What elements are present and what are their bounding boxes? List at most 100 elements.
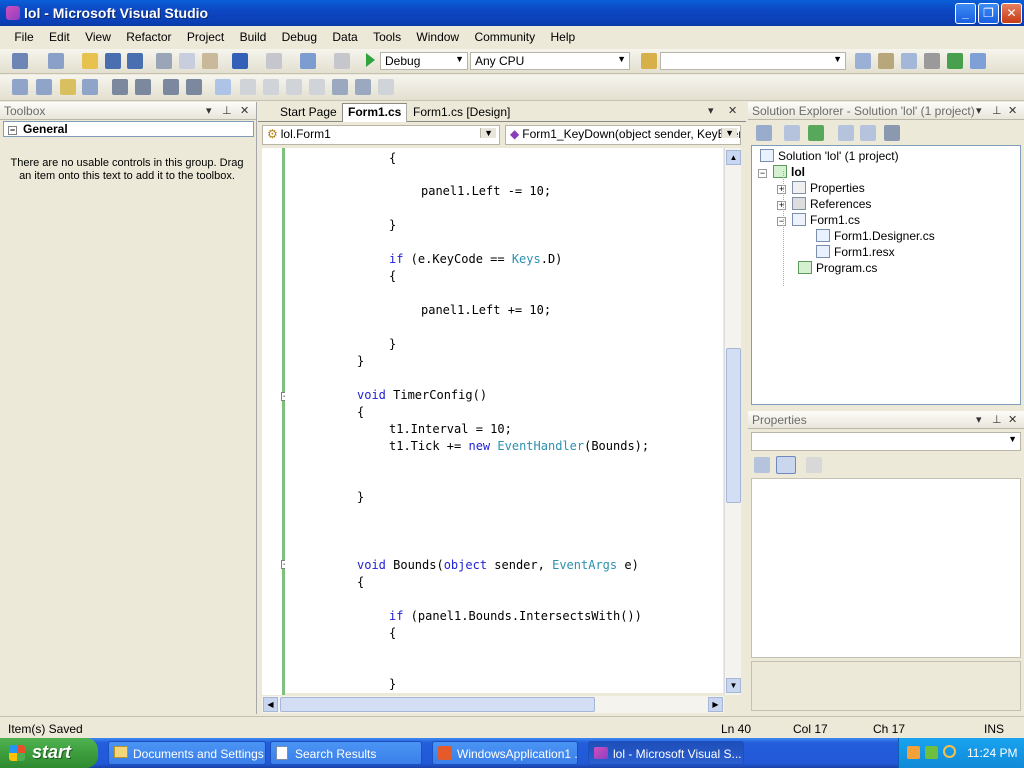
navigate-backward-icon[interactable] [300, 53, 316, 69]
display-quick-info-icon[interactable] [60, 79, 76, 95]
previous-bookmark-in-folder-icon[interactable] [286, 79, 302, 95]
code-line[interactable]: t1.Interval = 10; [389, 422, 512, 436]
expand-icon[interactable]: + [777, 201, 786, 210]
tab-form1-design[interactable]: Form1.cs [Design] [406, 104, 516, 122]
horizontal-scrollbar[interactable]: ◀ ▶ [262, 696, 724, 713]
display-parameter-info-icon[interactable] [36, 79, 52, 95]
expand-icon[interactable]: + [777, 185, 786, 194]
property-pages-icon[interactable] [806, 457, 822, 473]
code-line[interactable]: if (panel1.Bounds.IntersectsWith()) [389, 609, 642, 623]
menu-tools[interactable]: Tools [367, 26, 407, 48]
view-designer-icon[interactable] [860, 125, 876, 141]
close-panel-icon[interactable]: ✕ [240, 104, 249, 117]
previous-bookmark-in-document-icon[interactable] [332, 79, 348, 95]
open-folder-icon[interactable] [82, 53, 98, 69]
menu-data[interactable]: Data [326, 26, 363, 48]
tree-item-properties[interactable]: + Properties [777, 181, 865, 195]
complete-word-icon[interactable] [82, 79, 98, 95]
menu-refactor[interactable]: Refactor [120, 26, 177, 48]
show-all-files-icon[interactable] [784, 125, 800, 141]
solution-explorer-icon[interactable] [855, 53, 871, 69]
task-search-results[interactable]: Search Results [270, 741, 422, 765]
pin-icon[interactable]: ⊥ [222, 104, 232, 117]
pin-icon[interactable]: ⊥ [992, 413, 1002, 426]
view-code-icon[interactable] [838, 125, 854, 141]
member-navigation-combo[interactable]: ◆ Form1_KeyDown(object sender, KeyEver ▼ [505, 125, 741, 145]
menu-window[interactable]: Window [410, 26, 465, 48]
object-browser-icon[interactable] [901, 53, 917, 69]
paste-icon[interactable] [202, 53, 218, 69]
add-item-icon[interactable] [48, 53, 64, 69]
find-combo[interactable]: ▼ [660, 52, 846, 70]
view-class-diagram-icon[interactable] [884, 125, 900, 141]
dropdown-arrow-icon[interactable]: ▾ [206, 104, 212, 117]
menu-edit[interactable]: Edit [43, 26, 76, 48]
next-bookmark-icon[interactable] [263, 79, 279, 95]
task-windowsapplication1[interactable]: WindowsApplication1 ... [432, 741, 578, 765]
next-bookmark-in-folder-icon[interactable] [309, 79, 325, 95]
code-line[interactable]: void Bounds(object sender, EventArgs e) [357, 558, 639, 572]
minimize-button[interactable]: _ [955, 3, 976, 24]
command-window-icon[interactable] [970, 53, 986, 69]
solution-configuration-combo[interactable]: Debug ▼ [380, 52, 468, 70]
code-line[interactable]: panel1.Left += 10; [421, 303, 551, 317]
code-line[interactable]: if (e.KeyCode == Keys.D) [389, 252, 562, 266]
active-files-dropdown-icon[interactable]: ▾ [708, 104, 714, 117]
tree-item-solution[interactable]: Solution 'lol' (1 project) [760, 149, 899, 163]
scroll-right-icon[interactable]: ▶ [708, 697, 723, 712]
tab-form1-cs[interactable]: Form1.cs [342, 103, 408, 122]
code-line[interactable]: } [389, 677, 396, 691]
previous-bookmark-icon[interactable] [240, 79, 256, 95]
next-bookmark-in-document-icon[interactable] [355, 79, 371, 95]
code-line[interactable]: } [357, 490, 364, 504]
horizontal-scroll-thumb[interactable] [280, 697, 595, 712]
comment-lines-icon[interactable] [163, 79, 179, 95]
task-documents-and-settings[interactable]: Documents and Settings [108, 741, 266, 765]
undo-icon[interactable] [232, 53, 248, 69]
find-in-files-icon[interactable] [641, 53, 657, 69]
tree-item-project-lol[interactable]: − lol [758, 165, 805, 179]
display-object-member-list-icon[interactable] [12, 79, 28, 95]
refresh-icon[interactable] [808, 125, 824, 141]
start-button[interactable]: start [0, 738, 98, 768]
maximize-button[interactable]: ❐ [978, 3, 999, 24]
dropdown-arrow-icon[interactable]: ▾ [976, 413, 982, 426]
scroll-up-icon[interactable]: ▲ [726, 150, 741, 165]
toolbox-group-general[interactable]: − General [3, 121, 254, 137]
code-line[interactable]: { [389, 151, 396, 165]
categorized-icon[interactable] [754, 457, 770, 473]
pin-icon[interactable]: ⊥ [992, 104, 1002, 117]
collapse-icon[interactable]: − [8, 126, 17, 135]
menu-debug[interactable]: Debug [276, 26, 323, 48]
save-all-icon[interactable] [127, 53, 143, 69]
copy-icon[interactable] [179, 53, 195, 69]
menu-help[interactable]: Help [544, 26, 581, 48]
code-editor[interactable]: {panel1.Left -= 10;} if (e.KeyCode == Key… [285, 148, 723, 693]
solution-platform-combo[interactable]: Any CPU ▼ [470, 52, 630, 70]
code-line[interactable]: { [357, 405, 364, 419]
cut-icon[interactable] [156, 53, 172, 69]
save-icon[interactable] [105, 53, 121, 69]
properties-icon[interactable] [756, 125, 772, 141]
toggle-bookmark-icon[interactable] [215, 79, 231, 95]
code-line[interactable]: } [389, 218, 396, 232]
close-panel-icon[interactable]: ✕ [1008, 413, 1017, 426]
code-line[interactable]: void TimerConfig() [357, 388, 487, 402]
start-debugging-icon[interactable] [366, 53, 375, 67]
menu-community[interactable]: Community [468, 26, 541, 48]
close-button[interactable]: ✕ [1001, 3, 1022, 24]
tree-item-program[interactable]: Program.cs [798, 261, 877, 275]
scroll-down-icon[interactable]: ▼ [726, 678, 741, 693]
scroll-left-icon[interactable]: ◀ [263, 697, 278, 712]
tray-update-icon[interactable] [925, 746, 938, 759]
tray-search-icon[interactable] [943, 745, 956, 758]
menu-file[interactable]: File [8, 26, 39, 48]
collapse-icon[interactable]: − [758, 169, 767, 178]
menu-view[interactable]: View [79, 26, 117, 48]
tree-item-form1-resx[interactable]: Form1.resx [816, 245, 895, 259]
clear-bookmarks-icon[interactable] [378, 79, 394, 95]
code-line[interactable]: } [357, 354, 364, 368]
properties-window-icon[interactable] [878, 53, 894, 69]
dropdown-arrow-icon[interactable]: ▾ [976, 104, 982, 117]
close-panel-icon[interactable]: ✕ [1008, 104, 1017, 117]
